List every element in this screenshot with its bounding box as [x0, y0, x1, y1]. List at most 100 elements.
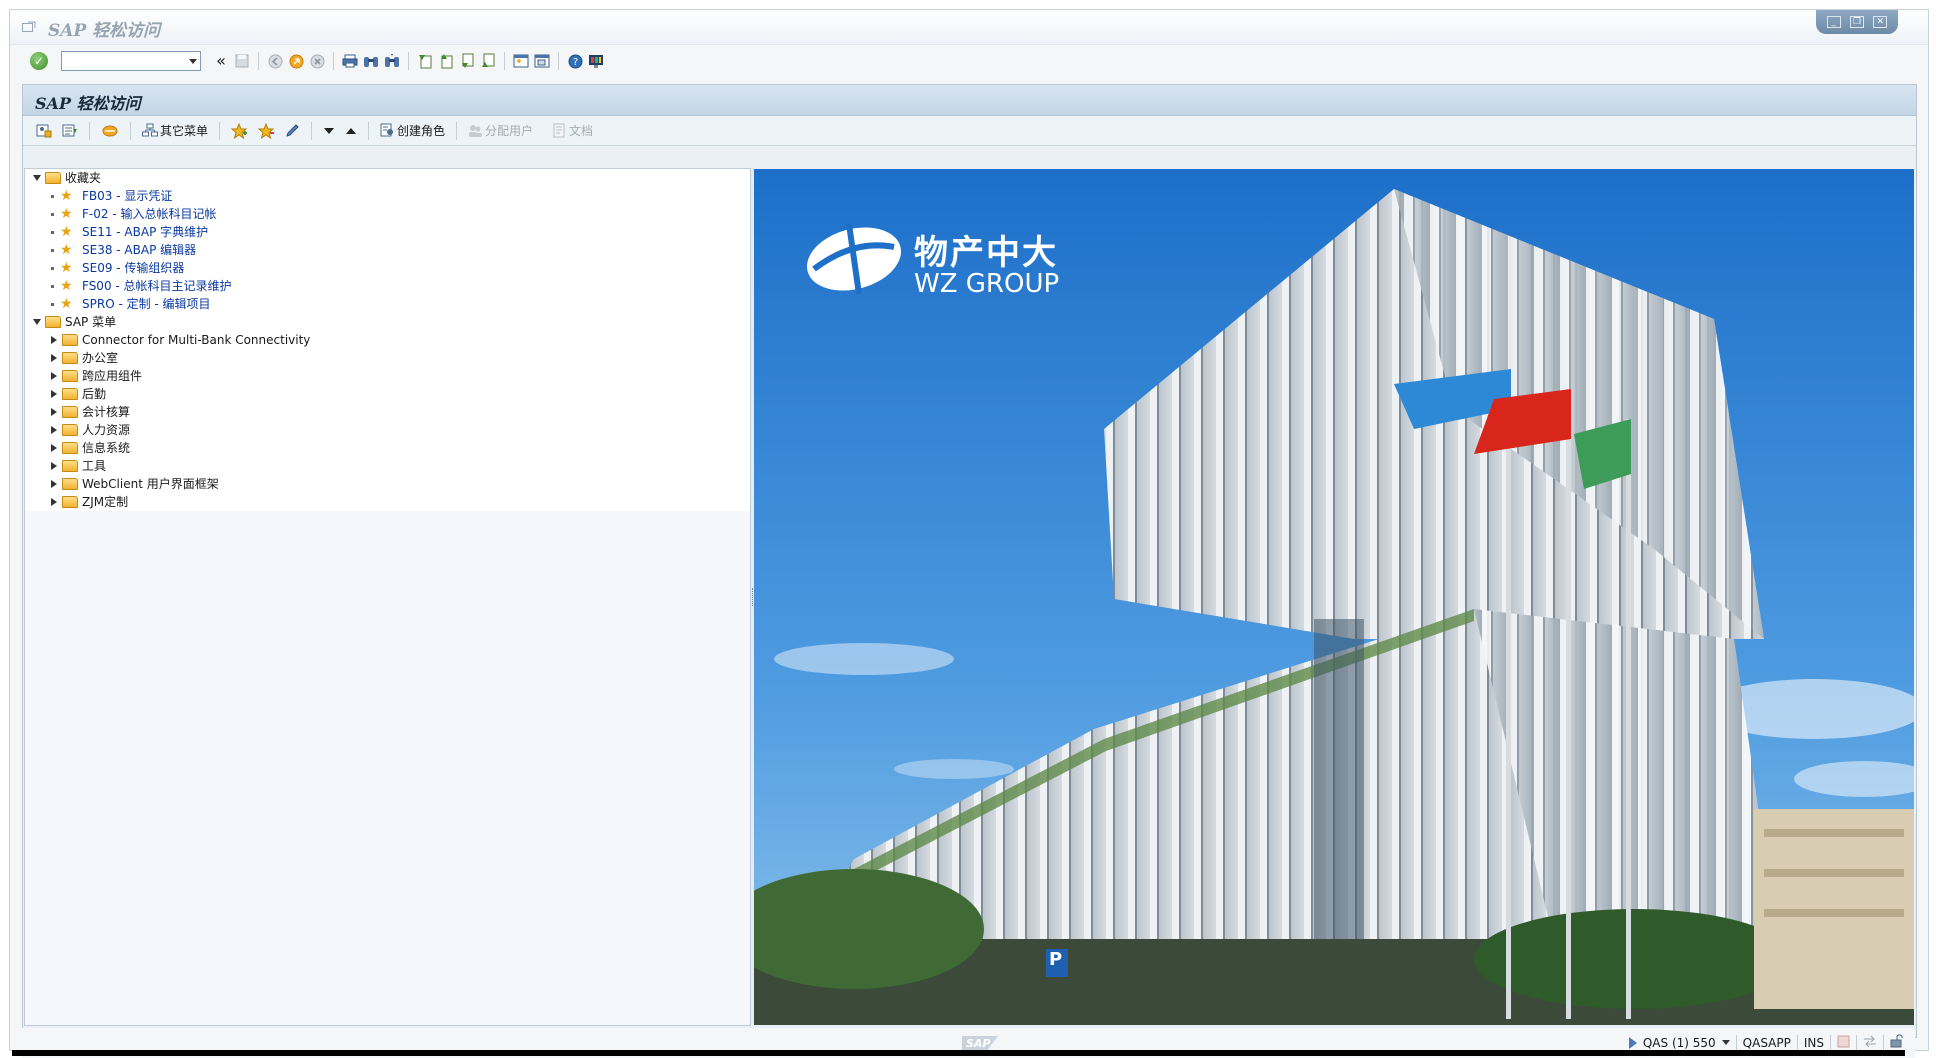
- move-favorite-up-button[interactable]: [342, 120, 360, 142]
- tree-folder-item[interactable]: WebClient 用户界面框架: [25, 475, 750, 493]
- collapse-command-field-icon[interactable]: «: [212, 52, 230, 70]
- window-title: SAP 轻松访问: [48, 21, 161, 41]
- system-info-dropdown-icon[interactable]: [1721, 1040, 1730, 1045]
- tree-folder-item[interactable]: 办公室: [25, 349, 750, 367]
- tree-folder-item[interactable]: 跨应用组件: [25, 367, 750, 385]
- show-status-details-icon[interactable]: [1628, 1036, 1637, 1049]
- unlocked-icon[interactable]: [1890, 1034, 1903, 1051]
- first-page-icon[interactable]: [416, 52, 434, 70]
- bullet-icon: [51, 213, 54, 216]
- status-separator: [1735, 1034, 1737, 1051]
- find-next-icon[interactable]: [383, 52, 401, 70]
- bullet-icon: [51, 195, 54, 198]
- create-shortcut-icon[interactable]: [533, 52, 551, 70]
- minimize-button[interactable]: _: [1826, 16, 1841, 28]
- tree-node-label: 会计核算: [82, 405, 131, 419]
- tree-folder-item[interactable]: 信息系统: [25, 439, 750, 457]
- change-favorite-button[interactable]: [282, 120, 303, 142]
- help-icon[interactable]: ?: [566, 52, 584, 70]
- expand-toggle-icon[interactable]: [33, 175, 41, 181]
- last-page-icon[interactable]: [479, 52, 497, 70]
- expand-toggle-icon[interactable]: [51, 336, 57, 344]
- window-menu-icon[interactable]: [22, 21, 36, 33]
- cancel-icon[interactable]: [308, 52, 326, 70]
- tree-folder-item[interactable]: 工具: [25, 457, 750, 475]
- maximize-button[interactable]: ❐: [1849, 16, 1864, 28]
- documentation-label: 文档: [569, 124, 594, 138]
- tree-folder-item[interactable]: 会计核算: [25, 403, 750, 421]
- back-icon[interactable]: [266, 52, 284, 70]
- close-button[interactable]: ✕: [1873, 16, 1888, 28]
- tree-node-label: 办公室: [82, 351, 119, 365]
- create-role-button[interactable]: 创建角色: [377, 120, 448, 142]
- tree-folder-item[interactable]: 后勤: [25, 385, 750, 403]
- tree-favorite-item[interactable]: ★ SE09 - 传输组织器: [25, 259, 750, 277]
- toolbar-separator: [219, 121, 221, 140]
- find-icon[interactable]: [362, 52, 380, 70]
- next-page-icon[interactable]: [458, 52, 476, 70]
- other-menu-button[interactable]: 其它菜单: [139, 120, 211, 142]
- tree-node-label: FB03 - 显示凭证: [82, 189, 173, 203]
- tree-favorite-item[interactable]: ★ SE38 - ABAP 编辑器: [25, 241, 750, 259]
- add-to-favorites-button[interactable]: [228, 120, 251, 142]
- exit-icon[interactable]: [287, 52, 305, 70]
- system-info: QAS (1) 550: [1642, 1035, 1716, 1050]
- connection-icon[interactable]: [1863, 1035, 1877, 1051]
- enter-button[interactable]: ✓: [30, 52, 48, 70]
- expand-toggle-icon[interactable]: [51, 354, 57, 362]
- expand-toggle-icon[interactable]: [51, 372, 57, 380]
- expand-toggle-icon[interactable]: [51, 444, 57, 452]
- expand-toggle-icon[interactable]: [51, 408, 57, 416]
- customize-layout-icon[interactable]: [587, 52, 605, 70]
- favorite-star-icon: ★: [60, 224, 73, 240]
- print-icon[interactable]: [341, 52, 359, 70]
- toolbar-separator: [311, 121, 313, 140]
- tree-favorite-item[interactable]: ★ SPRO - 定制 - 编辑项目: [25, 295, 750, 313]
- status-separator: [1796, 1034, 1798, 1051]
- expand-toggle-icon[interactable]: [51, 426, 57, 434]
- server-name: QASAPP: [1742, 1035, 1791, 1050]
- assign-users-button[interactable]: 分配用户: [465, 120, 536, 142]
- favorite-star-icon: ★: [60, 296, 73, 312]
- move-favorite-down-button[interactable]: [320, 120, 338, 142]
- tree-folder-item[interactable]: Connector for Multi-Bank Connectivity: [25, 331, 750, 349]
- open-folder-icon: [45, 172, 61, 184]
- tree-favorite-item[interactable]: ★ SE11 - ABAP 字典维护: [25, 223, 750, 241]
- tree-favorite-item[interactable]: ★ F-02 - 输入总帐科目记帐: [25, 205, 750, 223]
- command-history-dropdown-icon[interactable]: [189, 59, 197, 64]
- save-icon[interactable]: [233, 52, 251, 70]
- tree-node-label: 跨应用组件: [82, 369, 143, 383]
- expand-toggle-icon[interactable]: [51, 390, 57, 398]
- pencil-icon: [286, 124, 299, 137]
- tree-favorite-item[interactable]: ★ FS00 - 总帐科目主记录维护: [25, 277, 750, 295]
- expand-toggle-icon[interactable]: [33, 319, 41, 325]
- insert-mode[interactable]: INS: [1804, 1036, 1824, 1050]
- documentation-button[interactable]: 文档: [550, 120, 596, 142]
- delete-favorite-button[interactable]: [255, 120, 278, 142]
- user-menu-button[interactable]: [33, 120, 55, 142]
- tree-folder-item[interactable]: 人力资源: [25, 421, 750, 439]
- tree-node-favorites[interactable]: 收藏夹: [25, 169, 750, 187]
- folder-icon: [62, 406, 78, 418]
- tree-favorite-item[interactable]: ★ FB03 - 显示凭证: [25, 187, 750, 205]
- tree-folder-item[interactable]: ZJM定制: [25, 493, 750, 511]
- sap-window: SAP 轻松访问 _ ❐ ✕ ✓ « ? SAP 轻松访问 其它菜单 创建角色 …: [9, 9, 1929, 1058]
- tree-node-sap-menu[interactable]: SAP 菜单: [25, 313, 750, 331]
- favorite-star-icon: ★: [60, 260, 73, 276]
- new-session-icon[interactable]: [512, 52, 530, 70]
- tree-node-label: 收藏夹: [65, 171, 102, 185]
- previous-page-icon[interactable]: [437, 52, 455, 70]
- toolbar-separator: [368, 121, 370, 140]
- business-workplace-button[interactable]: [98, 120, 122, 142]
- triangle-up-icon: [346, 127, 357, 134]
- expand-toggle-icon[interactable]: [51, 498, 57, 506]
- command-field[interactable]: [61, 51, 201, 71]
- other-menu-label: 其它菜单: [160, 124, 209, 138]
- sap-menu-button[interactable]: [59, 120, 81, 142]
- status-log-icon[interactable]: [1837, 1035, 1850, 1051]
- expand-toggle-icon[interactable]: [51, 462, 57, 470]
- tree-node-label: Connector for Multi-Bank Connectivity: [82, 333, 311, 347]
- system-toolbar: ✓ « ?: [10, 46, 1928, 76]
- expand-toggle-icon[interactable]: [51, 480, 57, 488]
- bullet-icon: [51, 267, 54, 270]
